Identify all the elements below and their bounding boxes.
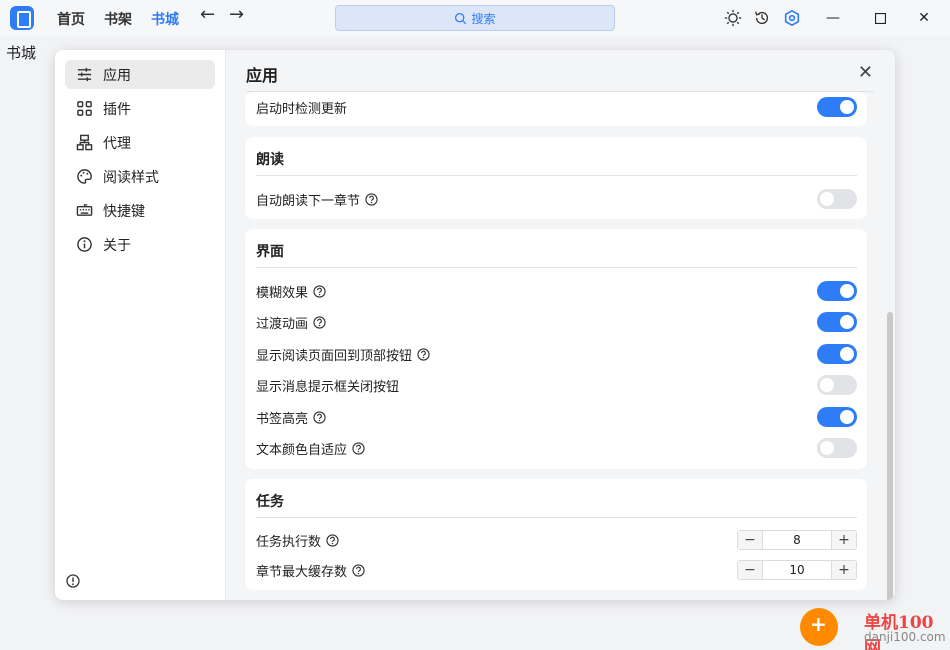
help-icon[interactable] xyxy=(417,347,430,361)
settings-sidebar: 应用 插件 代理 阅读样式 快捷键 关于 xyxy=(55,50,226,600)
card-general: 启动时检测更新 xyxy=(245,92,867,126)
setting-label: 显示消息提示框关闭按钮 xyxy=(256,379,400,395)
arrow-left-icon[interactable]: ← xyxy=(200,4,215,25)
card-interface: 界面 模糊效果 过渡动画 显示阅读页面回到顶部按钮 显示消息提示框关闭按钮 书签… xyxy=(245,229,867,469)
setting-row: 显示消息提示框关闭按钮 xyxy=(256,372,857,398)
cache-count-value[interactable]: 10 xyxy=(762,561,832,579)
setting-row: 任务执行数 − 8 + xyxy=(256,527,857,553)
network-icon xyxy=(76,134,93,151)
toggle-bookmark-highlight[interactable] xyxy=(817,407,857,427)
help-icon[interactable] xyxy=(313,284,326,298)
setting-row: 自动朗读下一章节 xyxy=(256,186,857,212)
dialog-title: 应用 xyxy=(246,66,279,85)
decrement-button[interactable]: − xyxy=(738,531,762,549)
setting-label: 启动时检测更新 xyxy=(256,101,348,117)
settings-content: 应用 ✕ 启动时检测更新 朗读 自动朗读下一章节 界面 模糊效果 过渡动画 显示… xyxy=(226,50,895,600)
setting-row: 书签高亮 xyxy=(256,404,857,430)
help-icon[interactable] xyxy=(352,441,365,455)
toggle-transition-animation[interactable] xyxy=(817,312,857,332)
setting-row: 启动时检测更新 xyxy=(256,94,857,120)
search-input[interactable]: 搜索 xyxy=(335,5,615,31)
toggle-message-close-button[interactable] xyxy=(817,375,857,395)
task-count-stepper: − 8 + xyxy=(737,530,857,550)
page-title: 书城 xyxy=(6,44,37,62)
help-icon[interactable] xyxy=(326,533,339,547)
sidebar-item-shortcuts[interactable]: 快捷键 xyxy=(65,196,215,225)
help-icon[interactable] xyxy=(313,410,326,424)
setting-label: 任务执行数 xyxy=(256,534,322,550)
scrollbar[interactable] xyxy=(887,312,893,600)
divider xyxy=(256,517,857,518)
divider xyxy=(256,175,857,176)
section-title: 界面 xyxy=(256,244,284,260)
setting-label: 显示阅读页面回到顶部按钮 xyxy=(256,348,413,364)
setting-label: 书签高亮 xyxy=(256,411,309,427)
section-title: 朗读 xyxy=(256,152,284,168)
toggle-back-to-top-button[interactable] xyxy=(817,344,857,364)
setting-row: 显示阅读页面回到顶部按钮 xyxy=(256,341,857,367)
card-tasks: 任务 任务执行数 − 8 + 章节最大缓存数 − 10 + xyxy=(245,479,867,590)
close-dialog-button[interactable]: ✕ xyxy=(858,62,873,83)
search-icon xyxy=(455,12,467,24)
tab-bookstore[interactable]: 书城 xyxy=(151,9,179,29)
watermark-icon xyxy=(800,608,838,646)
app-logo-icon xyxy=(10,6,34,30)
section-title: 任务 xyxy=(256,494,284,510)
setting-label: 自动朗读下一章节 xyxy=(256,193,361,209)
minimize-button[interactable]: — xyxy=(823,8,843,28)
grid-icon xyxy=(77,101,92,116)
sidebar-item-label: 快捷键 xyxy=(103,203,145,220)
settings-icon[interactable] xyxy=(783,9,801,27)
toggle-blur-effect[interactable] xyxy=(817,281,857,301)
search-placeholder: 搜索 xyxy=(471,11,496,26)
toggle-text-color-adaptive[interactable] xyxy=(817,438,857,458)
card-tts: 朗读 自动朗读下一章节 xyxy=(245,137,867,219)
watermark-url: danji100.com xyxy=(864,630,946,644)
setting-label: 文本颜色自适应 xyxy=(256,442,348,458)
setting-label: 模糊效果 xyxy=(256,285,309,301)
setting-row: 文本颜色自适应 xyxy=(256,435,857,461)
divider xyxy=(256,267,857,268)
palette-icon xyxy=(77,169,92,184)
arrow-right-icon[interactable]: → xyxy=(229,4,244,25)
sidebar-item-proxy[interactable]: 代理 xyxy=(65,128,215,157)
sidebar-item-label: 代理 xyxy=(103,135,131,152)
close-window-button[interactable]: ✕ xyxy=(914,8,934,28)
sidebar-item-label: 关于 xyxy=(103,237,131,254)
task-count-value[interactable]: 8 xyxy=(762,531,832,549)
sidebar-item-label: 插件 xyxy=(103,101,131,118)
sidebar-item-about[interactable]: 关于 xyxy=(65,230,215,259)
setting-row: 过渡动画 xyxy=(256,309,857,335)
help-icon[interactable] xyxy=(313,315,326,329)
brightness-icon[interactable] xyxy=(724,9,742,27)
alert-info-icon[interactable] xyxy=(66,574,80,588)
tab-home[interactable]: 首页 xyxy=(57,9,85,29)
setting-row: 章节最大缓存数 − 10 + xyxy=(256,557,857,583)
sidebar-item-plugins[interactable]: 插件 xyxy=(65,94,215,123)
info-icon xyxy=(77,237,92,252)
keyboard-icon xyxy=(76,204,93,216)
sidebar-item-label: 应用 xyxy=(103,67,131,84)
title-bar: 首页 书架 书城 ← → 搜索 — ✕ xyxy=(0,0,950,36)
toggle-check-update[interactable] xyxy=(817,97,857,117)
settings-dialog: 应用 插件 代理 阅读样式 快捷键 关于 应用 ✕ 启动时检测更新 朗读 自动朗… xyxy=(55,50,895,600)
setting-row: 模糊效果 xyxy=(256,278,857,304)
sliders-icon xyxy=(77,67,92,82)
tab-bookshelf[interactable]: 书架 xyxy=(104,9,132,29)
maximize-button[interactable] xyxy=(870,8,890,28)
setting-label: 章节最大缓存数 xyxy=(256,564,348,580)
sidebar-item-reading-style[interactable]: 阅读样式 xyxy=(65,162,215,191)
toggle-auto-read-next[interactable] xyxy=(817,189,857,209)
watermark-logo: 单机100网 danji100.com xyxy=(800,606,950,650)
increment-button[interactable]: + xyxy=(832,561,856,579)
sidebar-item-app[interactable]: 应用 xyxy=(65,60,215,89)
setting-label: 过渡动画 xyxy=(256,316,309,332)
decrement-button[interactable]: − xyxy=(738,561,762,579)
cache-count-stepper: − 10 + xyxy=(737,560,857,580)
help-icon[interactable] xyxy=(365,192,378,206)
sidebar-item-label: 阅读样式 xyxy=(103,169,159,186)
history-icon[interactable] xyxy=(753,9,771,27)
increment-button[interactable]: + xyxy=(832,531,856,549)
help-icon[interactable] xyxy=(352,563,365,577)
